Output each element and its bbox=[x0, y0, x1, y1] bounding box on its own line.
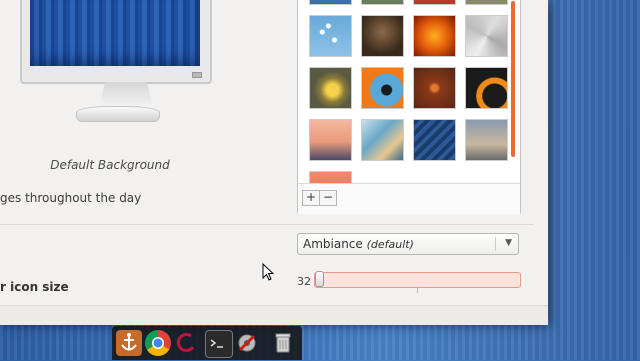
monitor-preview bbox=[20, 0, 212, 84]
launcher-icon-size-label: r icon size bbox=[0, 280, 69, 294]
monitor-stand bbox=[99, 82, 153, 108]
window-content: Default Background ges throughout the da… bbox=[0, 0, 534, 306]
wallpaper-thumb[interactable] bbox=[413, 15, 456, 57]
wallpaper-thumb[interactable] bbox=[465, 15, 508, 57]
wallpaper-thumb[interactable] bbox=[465, 0, 508, 5]
chrome-icon[interactable] bbox=[145, 330, 171, 356]
wallpaper-scroll-area[interactable] bbox=[298, 0, 516, 183]
wallpaper-thumb[interactable] bbox=[465, 119, 508, 161]
remove-wallpaper-button[interactable]: − bbox=[319, 190, 337, 206]
icon-size-slider[interactable] bbox=[314, 271, 521, 293]
combo-separator bbox=[495, 237, 496, 251]
wallpaper-thumb[interactable] bbox=[361, 119, 404, 161]
wallpaper-thumb[interactable] bbox=[361, 67, 404, 109]
monitor-power-icon bbox=[192, 72, 202, 78]
mouse-pointer-icon bbox=[262, 263, 274, 281]
wallpaper-thumb[interactable] bbox=[465, 67, 508, 109]
icon-size-value: 32 bbox=[297, 275, 311, 288]
icon-size-slider-handle[interactable] bbox=[315, 271, 324, 287]
wallpaper-thumb[interactable] bbox=[413, 67, 456, 109]
theme-name: Ambiance bbox=[303, 237, 363, 251]
add-wallpaper-button[interactable]: + bbox=[302, 190, 320, 206]
wallpaper-thumb[interactable] bbox=[309, 119, 352, 161]
dock bbox=[112, 326, 302, 360]
wallpaper-thumb[interactable] bbox=[309, 15, 352, 57]
terminal-icon[interactable] bbox=[205, 330, 233, 358]
theme-default-tag: (default) bbox=[366, 238, 414, 251]
wallpaper-grid: + − bbox=[297, 0, 521, 214]
slider-tick-mark bbox=[417, 287, 418, 293]
wallpaper-thumb[interactable] bbox=[309, 67, 352, 109]
settings-icon[interactable] bbox=[234, 330, 260, 356]
background-caption: Default Background bbox=[50, 158, 170, 172]
wallpaper-thumb[interactable] bbox=[413, 0, 456, 5]
debian-icon[interactable] bbox=[174, 330, 200, 356]
wallpaper-scrollbar[interactable] bbox=[511, 1, 515, 157]
anchor-icon[interactable] bbox=[116, 330, 142, 356]
monitor-stand-base bbox=[76, 106, 160, 122]
appearance-window: Default Background ges throughout the da… bbox=[0, 0, 548, 325]
changes-throughout-day-label: ges throughout the day bbox=[0, 191, 142, 205]
wallpaper-thumb[interactable] bbox=[309, 0, 352, 5]
wallpaper-toolbar: + − bbox=[298, 183, 520, 214]
wallpaper-thumb[interactable] bbox=[361, 0, 404, 5]
trash-icon[interactable] bbox=[270, 330, 296, 356]
wallpaper-thumb[interactable] bbox=[361, 15, 404, 57]
wallpaper-preview bbox=[30, 0, 200, 66]
wallpaper-thumb[interactable] bbox=[413, 119, 456, 161]
theme-select[interactable]: Ambiance (default) ▼ bbox=[297, 233, 519, 255]
window-bottom-bar bbox=[0, 305, 548, 325]
dropdown-arrow-icon: ▼ bbox=[505, 238, 512, 248]
wallpaper-thumb[interactable] bbox=[309, 171, 352, 183]
